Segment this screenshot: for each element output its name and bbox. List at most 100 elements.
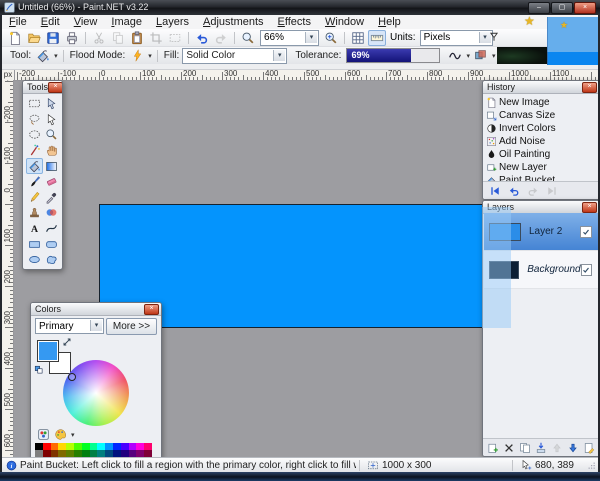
menu-item-image[interactable]: Image xyxy=(104,15,149,29)
tool-line-curve-tool[interactable] xyxy=(43,221,60,237)
palette-swatch[interactable] xyxy=(58,450,66,457)
tool-ellipse-select[interactable] xyxy=(26,127,43,143)
palette-swatch[interactable] xyxy=(90,450,98,457)
colors-panel-titlebar[interactable]: Colors xyxy=(31,303,161,316)
colors-close-icon[interactable] xyxy=(144,304,159,315)
zoom-in-button[interactable] xyxy=(322,30,340,46)
color-target-combo[interactable]: Primary xyxy=(35,318,104,334)
palette-swatch[interactable] xyxy=(43,450,51,457)
palette-swatch[interactable] xyxy=(113,450,121,457)
tools-panel-titlebar[interactable]: Tools xyxy=(23,81,62,94)
layer-duplicate-button[interactable] xyxy=(518,440,532,456)
print-button[interactable] xyxy=(63,30,81,46)
paste-button[interactable] xyxy=(128,30,146,46)
flood-mode-icon[interactable] xyxy=(128,48,146,64)
layer-visibility-checkbox[interactable] xyxy=(581,264,592,276)
palette-menu-icon[interactable] xyxy=(54,428,67,441)
ruler-toggle-button[interactable] xyxy=(368,30,386,46)
zoom-window-button[interactable] xyxy=(239,30,257,46)
tool-freeform-shape-tool[interactable] xyxy=(43,252,60,268)
palette-swatch[interactable] xyxy=(66,450,74,457)
fill-style-combo[interactable]: Solid Color xyxy=(182,48,287,64)
tool-clone-stamp[interactable] xyxy=(26,205,43,221)
history-item[interactable]: Invert Colors xyxy=(486,122,597,135)
reset-colors-icon[interactable] xyxy=(34,365,44,375)
color-wheel-marker[interactable] xyxy=(68,373,76,381)
tool-rectangle-tool[interactable] xyxy=(26,236,43,252)
palette-swatch[interactable] xyxy=(144,443,152,450)
zoom-level-combo[interactable]: 66% xyxy=(260,30,319,46)
history-item[interactable]: New Layer xyxy=(486,161,597,174)
palette-swatch[interactable] xyxy=(82,443,90,450)
palette-swatch[interactable] xyxy=(129,443,137,450)
tool-pan-tool[interactable] xyxy=(43,143,60,159)
tool-color-picker[interactable] xyxy=(43,190,60,206)
tool-lasso-select[interactable] xyxy=(26,112,43,128)
tool-eraser[interactable] xyxy=(43,174,60,190)
palette-swatch[interactable] xyxy=(35,450,43,457)
layer-properties-button[interactable] xyxy=(582,440,596,456)
palette-swatch[interactable] xyxy=(82,450,90,457)
more-button[interactable]: More >> xyxy=(106,318,157,335)
rgb-sliders-icon[interactable] xyxy=(37,428,50,441)
primary-color-swatch[interactable] xyxy=(37,340,59,362)
nav-undo-button[interactable] xyxy=(507,183,521,199)
tool-pencil[interactable] xyxy=(26,190,43,206)
menu-item-file[interactable]: File xyxy=(2,15,34,29)
palette-swatch[interactable] xyxy=(105,443,113,450)
close-button[interactable] xyxy=(574,2,596,14)
minimize-button[interactable] xyxy=(528,2,550,14)
tool-magic-wand[interactable] xyxy=(26,143,43,159)
tool-zoom-tool[interactable] xyxy=(43,127,60,143)
palette-swatch[interactable] xyxy=(136,443,144,450)
blend-mode-icon[interactable] xyxy=(472,48,490,64)
history-item[interactable]: New Image xyxy=(486,96,597,109)
nav-first-button[interactable] xyxy=(488,183,502,199)
antialiasing-dropdown-arrow[interactable]: ▾ xyxy=(466,52,470,60)
save-button[interactable] xyxy=(44,30,62,46)
palette-swatch[interactable] xyxy=(51,443,59,450)
paint-bucket-icon[interactable] xyxy=(34,48,52,64)
tool-gradient-tool[interactable] xyxy=(43,158,60,174)
color-wheel[interactable] xyxy=(63,360,129,426)
tool-paint-bucket[interactable] xyxy=(26,158,43,174)
history-item[interactable]: Oil Painting xyxy=(486,148,597,161)
palette-swatch[interactable] xyxy=(129,450,137,457)
menu-item-layers[interactable]: Layers xyxy=(149,15,196,29)
history-panel-titlebar[interactable]: History xyxy=(483,81,599,94)
tools-close-icon[interactable] xyxy=(48,82,63,93)
layer-merge-down-button[interactable] xyxy=(534,440,548,456)
palette-swatch[interactable] xyxy=(136,450,144,457)
units-combo[interactable]: Pixels xyxy=(420,30,493,46)
palette-swatch[interactable] xyxy=(90,443,98,450)
layer-delete-button[interactable] xyxy=(502,440,516,456)
tool-paintbrush[interactable] xyxy=(26,174,43,190)
tool-rounded-rectangle-tool[interactable] xyxy=(43,236,60,252)
palette-swatch[interactable] xyxy=(113,443,121,450)
folder-open-button[interactable] xyxy=(25,30,43,46)
palette-swatch[interactable] xyxy=(51,450,59,457)
grid-button[interactable] xyxy=(349,30,367,46)
menu-item-window[interactable]: Window xyxy=(318,15,371,29)
palette-swatch[interactable] xyxy=(58,443,66,450)
palette-swatch[interactable] xyxy=(105,450,113,457)
tool-recolor-tool[interactable] xyxy=(43,205,60,221)
palette-swatch[interactable] xyxy=(97,450,105,457)
palette-swatch[interactable] xyxy=(144,450,152,457)
palette-dropdown-arrow[interactable]: ▾ xyxy=(71,431,75,439)
tool-text-tool[interactable]: A xyxy=(26,221,43,237)
palette-swatch[interactable] xyxy=(97,443,105,450)
layers-close-icon[interactable] xyxy=(582,202,597,213)
layer-move-down-button[interactable] xyxy=(566,440,580,456)
palette-swatch[interactable] xyxy=(43,443,51,450)
menu-item-effects[interactable]: Effects xyxy=(271,15,318,29)
tool-move-selection[interactable] xyxy=(43,96,60,112)
layer-row-background[interactable]: Background xyxy=(484,251,598,289)
swap-colors-icon[interactable] xyxy=(61,336,73,348)
palette-swatch[interactable] xyxy=(121,450,129,457)
resize-grip[interactable] xyxy=(586,460,596,470)
blend-mode-dropdown-arrow[interactable]: ▾ xyxy=(492,52,496,60)
palette-swatch[interactable] xyxy=(35,443,43,450)
title-bar[interactable]: Untitled (66%) - Paint.NET v3.22 xyxy=(0,0,600,15)
undo-button[interactable] xyxy=(193,30,211,46)
